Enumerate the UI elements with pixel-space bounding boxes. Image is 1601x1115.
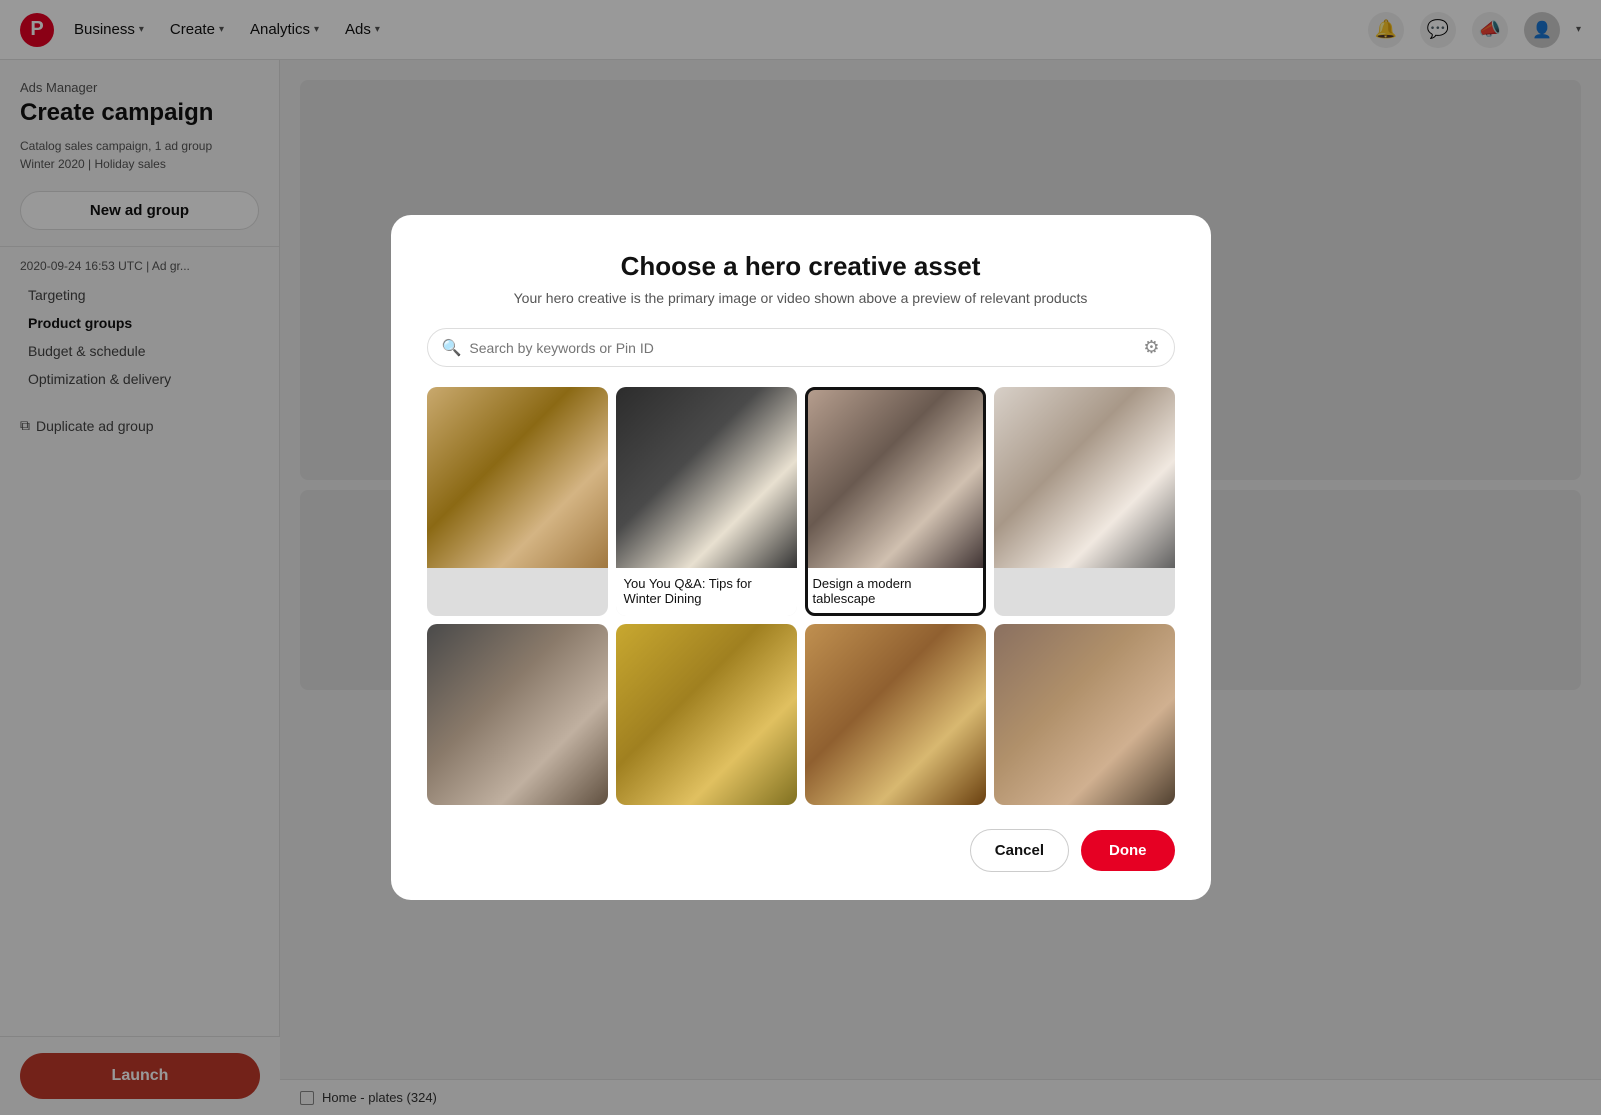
image-card-3[interactable]: Design a modern tablescape	[805, 387, 986, 616]
image-card-6[interactable]	[616, 624, 797, 805]
filter-icon[interactable]: ⚙	[1143, 337, 1159, 358]
image-card-2[interactable]: You You Q&A: Tips for Winter Dining	[616, 387, 797, 616]
image-thumbnail-3	[805, 387, 986, 568]
cancel-button[interactable]: Cancel	[970, 829, 1069, 872]
image-thumbnail-5	[427, 624, 608, 805]
modal-subtitle: Your hero creative is the primary image …	[427, 290, 1175, 306]
image-card-8[interactable]	[994, 624, 1175, 805]
search-input[interactable]	[469, 340, 1135, 356]
image-thumbnail-7	[805, 624, 986, 805]
done-button[interactable]: Done	[1081, 830, 1175, 871]
image-thumbnail-4	[994, 387, 1175, 568]
image-grid: You You Q&A: Tips for Winter Dining Desi…	[427, 387, 1175, 805]
image-thumbnail-1	[427, 387, 608, 568]
image-card-5[interactable]	[427, 624, 608, 805]
image-card-7[interactable]	[805, 624, 986, 805]
image-card-4[interactable]	[994, 387, 1175, 616]
modal-overlay: Choose a hero creative asset Your hero c…	[0, 0, 1601, 1115]
search-bar: 🔍 ⚙	[427, 328, 1175, 367]
image-caption-3: Design a modern tablescape	[805, 568, 986, 616]
search-icon: 🔍	[442, 338, 462, 358]
image-caption-2: You You Q&A: Tips for Winter Dining	[616, 568, 797, 616]
hero-creative-modal: Choose a hero creative asset Your hero c…	[391, 215, 1211, 900]
modal-title: Choose a hero creative asset	[427, 251, 1175, 282]
image-thumbnail-8	[994, 624, 1175, 805]
image-card-1[interactable]	[427, 387, 608, 616]
image-thumbnail-2	[616, 387, 797, 568]
modal-footer: Cancel Done	[427, 829, 1175, 872]
image-thumbnail-6	[616, 624, 797, 805]
